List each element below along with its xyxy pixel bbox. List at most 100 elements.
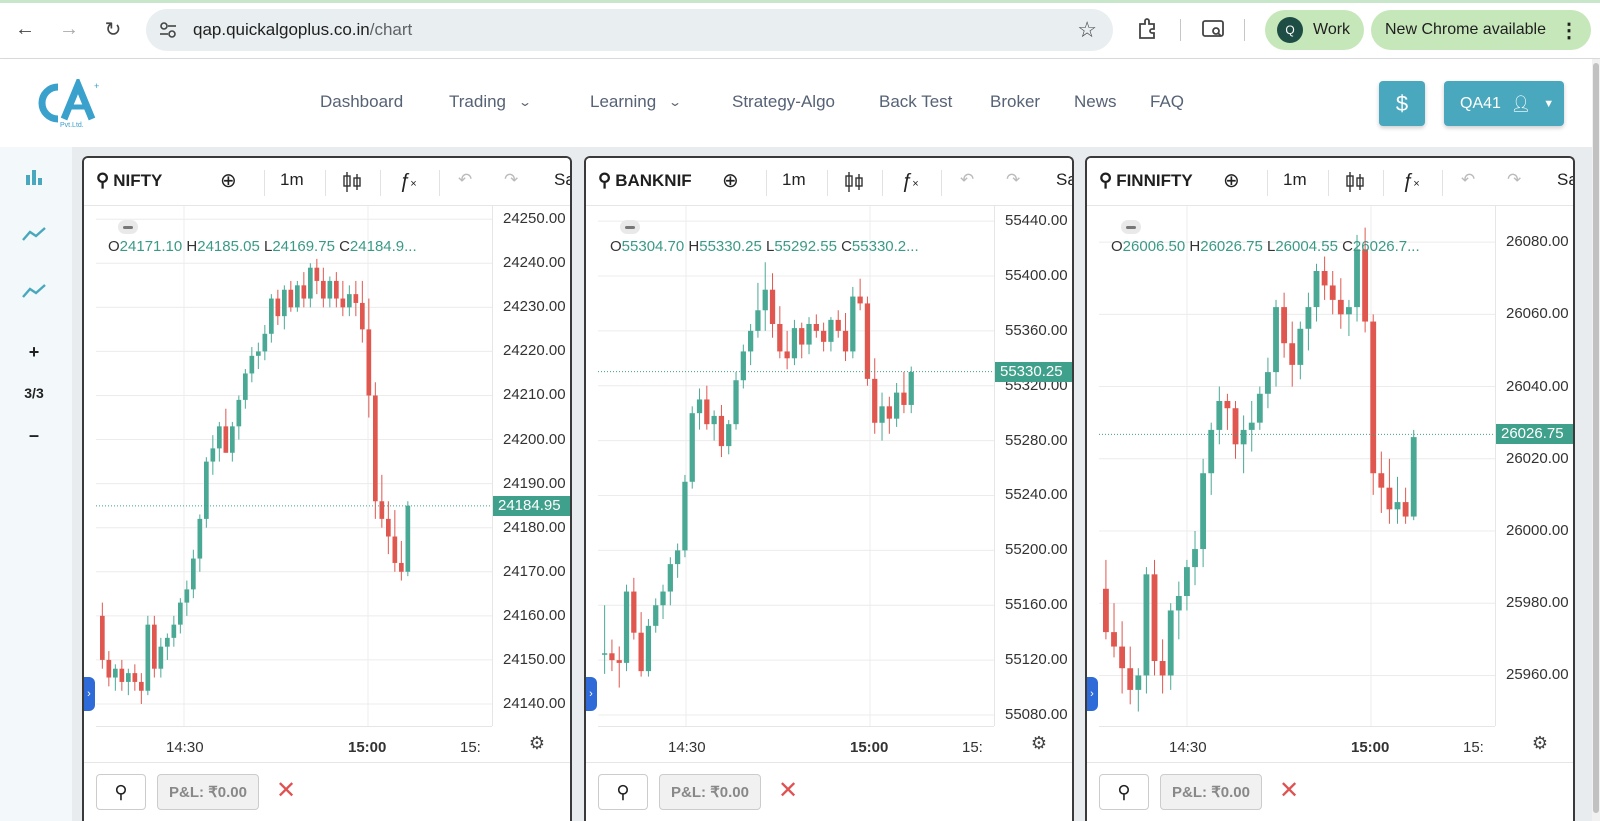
address-bar[interactable]: qap.quickalgoplus.co.in/chart ☆ <box>146 9 1113 51</box>
price-plot[interactable] <box>598 206 994 726</box>
dollar-button[interactable]: $ <box>1379 81 1425 126</box>
collapse-legend-icon[interactable] <box>118 220 138 234</box>
profile-avatar: Q <box>1277 17 1303 43</box>
grid <box>1099 206 1495 726</box>
interval-button[interactable]: 1m <box>280 170 304 190</box>
save-label[interactable]: Sa <box>1557 170 1573 190</box>
candle-up <box>1394 502 1401 510</box>
time-axis[interactable]: 14:30 15:00 15: <box>1099 726 1495 762</box>
candle-down <box>132 673 138 682</box>
url-host: qap.quickalgoplus.co.in <box>193 20 370 39</box>
undo-icon[interactable]: ↶ <box>1461 170 1475 190</box>
x-tick-label: 15: <box>962 739 983 756</box>
time-axis[interactable]: 14:30 15:00 15: <box>96 726 492 762</box>
order-search-button[interactable]: ⚲ <box>1099 774 1149 810</box>
symbol-search[interactable]: ⚲ FINNIFTY <box>1099 170 1193 191</box>
candle-up <box>1354 249 1360 308</box>
redo-icon[interactable]: ↷ <box>1006 170 1020 190</box>
price-axis[interactable]: 55440.00 55400.00 55360.00 55320.00 55280.00… <box>994 206 1072 726</box>
order-search-button[interactable]: ⚲ <box>598 774 648 810</box>
price-plot[interactable] <box>96 206 492 726</box>
symbol-search[interactable]: ⚲ BANKNIF <box>598 170 692 191</box>
chart-settings-icon[interactable]: ⚙ <box>525 733 549 757</box>
price-axis[interactable]: 24250.00 24240.00 24230.00 24220.00 24210.00… <box>492 206 570 726</box>
chart-settings-icon[interactable]: ⚙ <box>1528 733 1552 757</box>
expand-panel-tab[interactable]: › <box>1087 677 1098 711</box>
indicators-icon[interactable]: ƒ× <box>399 170 417 193</box>
tab-search-icon[interactable] <box>1200 16 1226 42</box>
indicators-icon[interactable]: ƒ× <box>1402 170 1420 193</box>
reload-icon[interactable]: ↻ <box>98 14 128 44</box>
toolbar-divider <box>264 170 265 196</box>
redo-icon[interactable]: ↷ <box>1507 170 1521 190</box>
candle-type-icon[interactable] <box>1345 170 1365 199</box>
back-icon[interactable]: ← <box>10 14 40 44</box>
indicators-icon[interactable]: ƒ× <box>901 170 919 193</box>
search-icon: ⚲ <box>114 781 128 802</box>
nav-back-test[interactable]: Back Test <box>879 92 952 112</box>
extensions-icon[interactable] <box>1135 16 1161 42</box>
symbol-search[interactable]: ⚲ NIFTY <box>96 170 162 191</box>
user-menu-button[interactable]: QA41 👤︎ ▼ <box>1444 81 1564 126</box>
bar-chart-icon[interactable] <box>0 167 68 193</box>
add-chart-button[interactable]: + <box>0 342 68 363</box>
price-axis[interactable]: 26080.00 26060.00 26040.00 26020.00 26000.00… <box>1495 206 1573 726</box>
bookmark-star-icon[interactable]: ☆ <box>1077 17 1097 43</box>
ohlc-legend: O26006.50 H26026.75 L26004.55 C26026.7..… <box>1111 238 1420 255</box>
close-icon[interactable]: ✕ <box>778 777 798 805</box>
nav-faq[interactable]: FAQ <box>1150 92 1184 112</box>
candle-type-icon[interactable] <box>844 170 864 199</box>
price-plot[interactable] <box>1099 206 1495 726</box>
y-tick-label: 24240.00 <box>503 254 566 272</box>
profile-chip[interactable]: Q Work <box>1265 10 1364 50</box>
order-search-button[interactable]: ⚲ <box>96 774 146 810</box>
site-settings-icon[interactable] <box>158 20 178 40</box>
add-symbol-icon[interactable]: ⊕ <box>1223 168 1240 193</box>
remove-chart-button[interactable]: – <box>0 425 68 446</box>
save-label[interactable]: Sa <box>1056 170 1072 190</box>
y-tick-label: 24200.00 <box>503 430 566 448</box>
nav-dashboard[interactable]: Dashboard <box>320 92 403 112</box>
interval-button[interactable]: 1m <box>1283 170 1307 190</box>
close-icon[interactable]: ✕ <box>1279 777 1299 805</box>
candle-up <box>879 406 885 423</box>
save-label[interactable]: Sa <box>554 170 570 190</box>
interval-button[interactable]: 1m <box>782 170 806 190</box>
chart-pane-banknif: ⚲BANKNIF ⊕ 1m ƒ× ↶ ↷ Sa O55304.70 H55330… <box>584 156 1074 821</box>
page-scrollbar[interactable] <box>1592 59 1600 821</box>
nav-label: FAQ <box>1150 92 1185 111</box>
candle-up <box>158 646 164 669</box>
candle-down <box>223 426 229 453</box>
collapse-legend-icon[interactable] <box>620 220 640 234</box>
last-price-label: 55330.25 <box>995 361 1072 382</box>
chrome-update-button[interactable]: New Chrome available ⋮ <box>1371 10 1591 50</box>
nav-broker[interactable]: Broker <box>990 92 1040 112</box>
nav-learning[interactable]: Learning ⌄ <box>590 92 682 112</box>
candle-down <box>152 624 157 669</box>
candle-up <box>791 328 798 359</box>
line-chart-icon[interactable] <box>0 282 68 306</box>
add-symbol-icon[interactable]: ⊕ <box>220 168 237 193</box>
time-axis[interactable]: 14:30 15:00 15: <box>598 726 994 762</box>
brand-logo[interactable]: + Pvt.Ltd. <box>36 79 110 129</box>
undo-icon[interactable]: ↶ <box>458 170 472 190</box>
nav-news[interactable]: News <box>1074 92 1117 112</box>
ohlc-legend: O55304.70 H55330.25 L55292.55 C55330.2..… <box>610 238 919 255</box>
more-menu-icon[interactable]: ⋮ <box>1559 18 1579 43</box>
candle-down <box>1370 321 1377 474</box>
forward-icon[interactable]: → <box>54 14 84 44</box>
collapse-legend-icon[interactable] <box>1121 220 1141 234</box>
candle-type-icon[interactable] <box>342 170 362 199</box>
close-icon[interactable]: ✕ <box>276 777 296 805</box>
line-chart-icon[interactable] <box>0 225 68 249</box>
expand-panel-tab[interactable]: › <box>586 677 597 711</box>
candle-up <box>249 355 255 374</box>
redo-icon[interactable]: ↷ <box>504 170 518 190</box>
nav-trading[interactable]: Trading ⌄ <box>449 92 532 112</box>
expand-panel-tab[interactable]: › <box>84 677 95 711</box>
undo-icon[interactable]: ↶ <box>960 170 974 190</box>
scrollbar-thumb[interactable] <box>1593 63 1599 813</box>
nav-strategy-algo[interactable]: Strategy-Algo <box>732 92 835 112</box>
add-symbol-icon[interactable]: ⊕ <box>722 168 739 193</box>
chart-settings-icon[interactable]: ⚙ <box>1027 733 1051 757</box>
